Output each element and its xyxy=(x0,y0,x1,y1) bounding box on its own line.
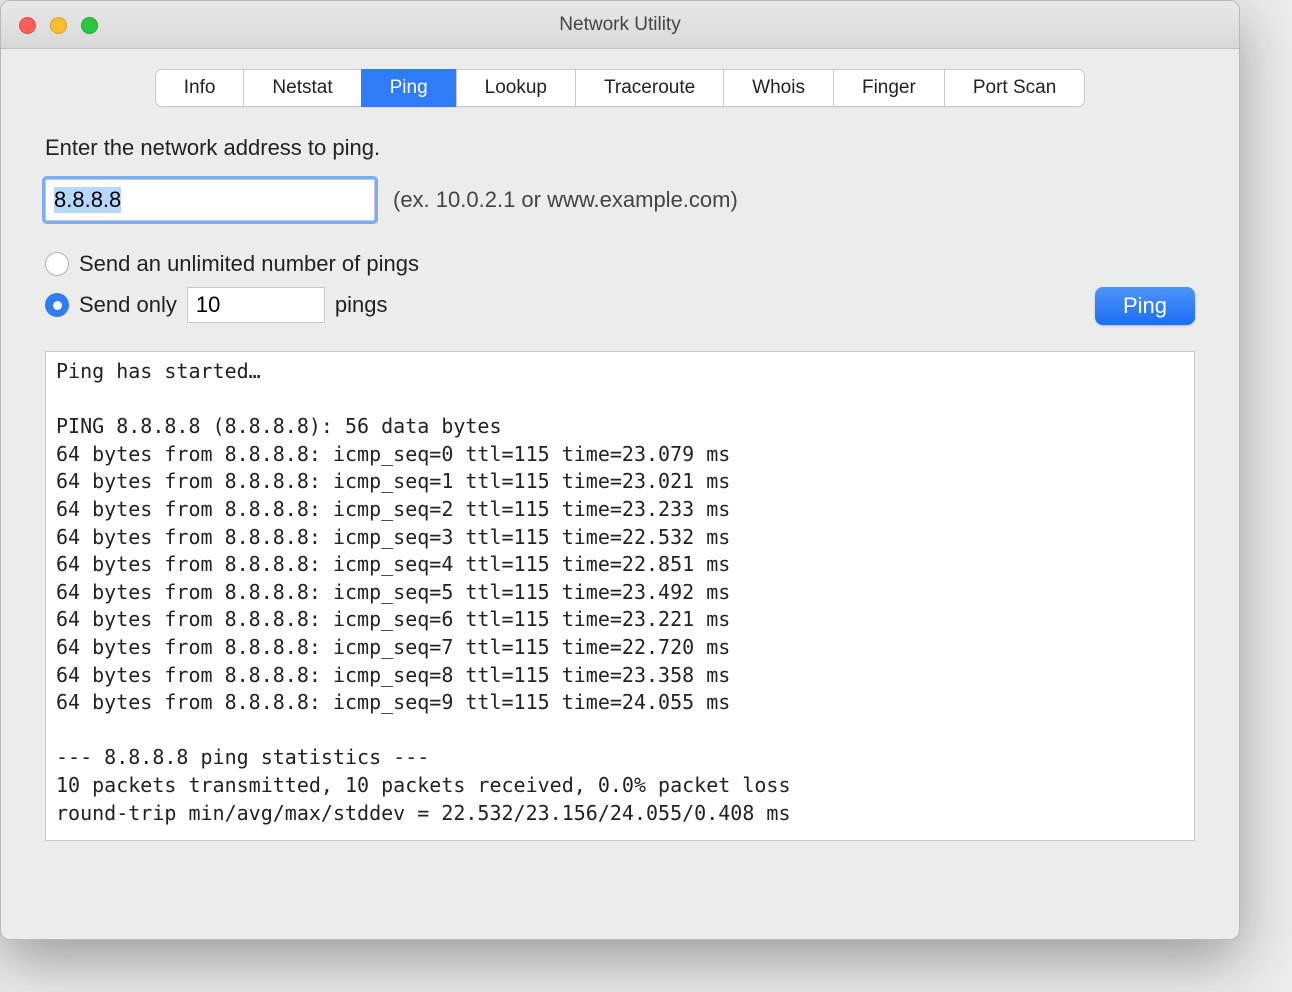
content: InfoNetstatPingLookupTracerouteWhoisFing… xyxy=(1,49,1239,861)
output-area[interactable]: Ping has started… PING 8.8.8.8 (8.8.8.8)… xyxy=(45,351,1195,841)
tab-bar: InfoNetstatPingLookupTracerouteWhoisFing… xyxy=(1,49,1239,125)
traffic-lights xyxy=(19,17,98,34)
address-input[interactable] xyxy=(45,179,375,221)
ping-count-input[interactable] xyxy=(187,287,325,323)
address-hint: (ex. 10.0.2.1 or www.example.com) xyxy=(393,187,738,213)
app-window: Network Utility InfoNetstatPingLookupTra… xyxy=(0,0,1240,940)
tab-port-scan[interactable]: Port Scan xyxy=(944,69,1085,107)
radio-send-only-suffix: pings xyxy=(335,292,388,318)
tab-info[interactable]: Info xyxy=(155,69,244,107)
tab-ping[interactable]: Ping xyxy=(361,69,456,107)
tab-traceroute[interactable]: Traceroute xyxy=(575,69,723,107)
output-text: Ping has started… PING 8.8.8.8 (8.8.8.8)… xyxy=(46,352,1194,833)
tab-lookup[interactable]: Lookup xyxy=(456,69,575,107)
tab-finger[interactable]: Finger xyxy=(833,69,944,107)
zoom-window-icon[interactable] xyxy=(81,17,98,34)
radio-send-only[interactable] xyxy=(45,293,69,317)
radio-unlimited[interactable] xyxy=(45,252,69,276)
titlebar: Network Utility xyxy=(1,1,1239,49)
close-window-icon[interactable] xyxy=(19,17,36,34)
prompt-label: Enter the network address to ping. xyxy=(45,135,1195,161)
tab-whois[interactable]: Whois xyxy=(723,69,833,107)
minimize-window-icon[interactable] xyxy=(50,17,67,34)
ping-button[interactable]: Ping xyxy=(1095,287,1195,325)
window-title: Network Utility xyxy=(1,14,1239,36)
radio-send-only-prefix: Send only xyxy=(79,292,177,318)
tab-netstat[interactable]: Netstat xyxy=(243,69,360,107)
radio-unlimited-label: Send an unlimited number of pings xyxy=(79,251,419,277)
